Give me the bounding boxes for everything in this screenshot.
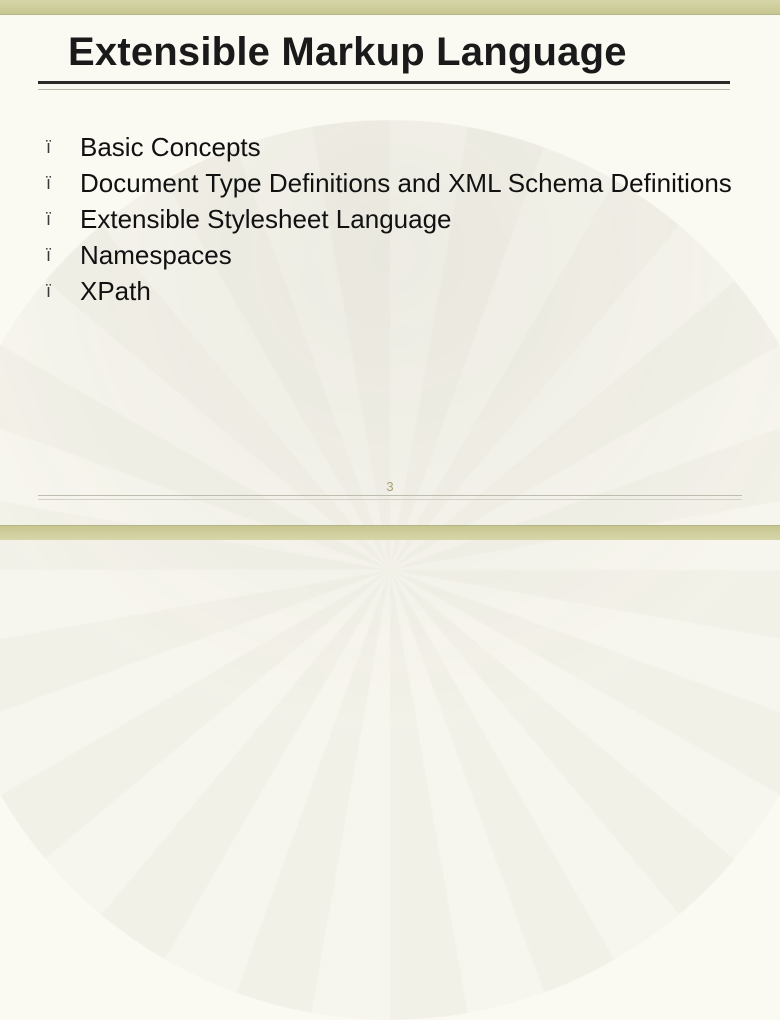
list-item: ï Namespaces [44, 238, 740, 272]
list-item-text: Extensible Stylesheet Language [80, 202, 452, 236]
title-underline-heavy [38, 81, 730, 84]
bullet-icon: ï [44, 274, 80, 308]
list-item-text: Basic Concepts [80, 130, 261, 164]
list-item: ï Basic Concepts [44, 130, 740, 164]
list-item-text: XPath [80, 274, 151, 308]
list-item: ï Document Type Definitions and XML Sche… [44, 166, 740, 200]
title-area: Extensible Markup Language [68, 30, 730, 90]
list-item: ï Extensible Stylesheet Language [44, 202, 740, 236]
footer-rule [38, 495, 742, 500]
bullet-icon: ï [44, 202, 80, 236]
bottom-accent-bar [0, 525, 780, 540]
list-item-text: Namespaces [80, 238, 232, 272]
bullet-icon: ï [44, 166, 80, 200]
slide-body: ï Basic Concepts ï Document Type Definit… [44, 130, 740, 310]
list-item-text: Document Type Definitions and XML Schema… [80, 166, 732, 200]
slide: Extensible Markup Language ï Basic Conce… [0, 0, 780, 540]
title-underline-light [38, 89, 730, 90]
slide-title: Extensible Markup Language [68, 30, 730, 75]
page-number: 3 [0, 479, 780, 494]
list-item: ï XPath [44, 274, 740, 308]
bullet-icon: ï [44, 130, 80, 164]
bullet-icon: ï [44, 238, 80, 272]
